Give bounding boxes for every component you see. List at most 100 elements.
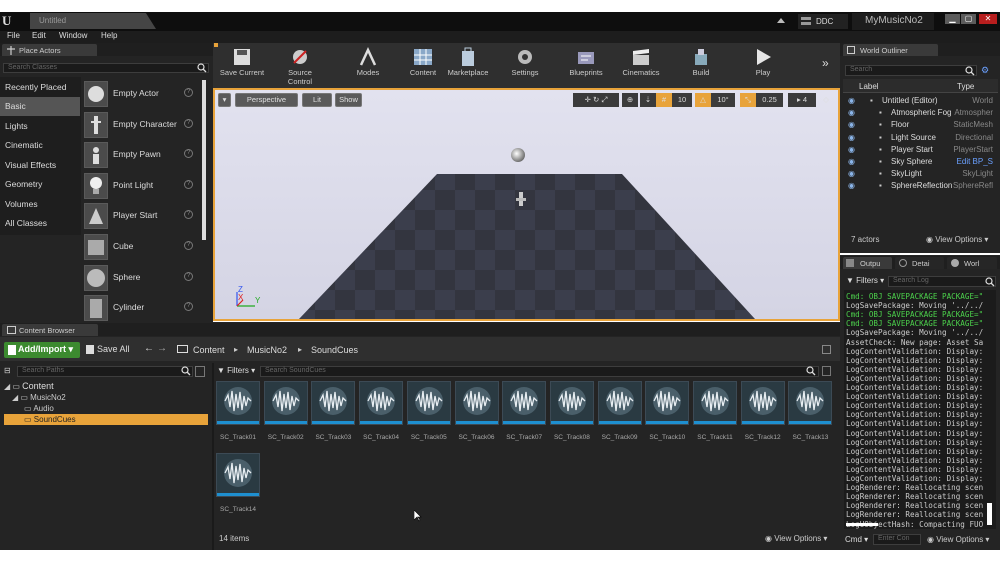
tab-place-actors[interactable]: Place Actors	[2, 44, 97, 56]
splitter[interactable]	[212, 363, 214, 550]
search-log-input[interactable]: Search Log	[888, 276, 996, 287]
search-paths-input[interactable]: Search Paths	[17, 366, 193, 377]
visibility-eye-icon[interactable]: ◉	[848, 157, 855, 166]
perspective-button[interactable]: Perspective	[235, 93, 298, 107]
tree-soundcues[interactable]: ▭ SoundCues	[24, 415, 76, 424]
show-button[interactable]: Show	[335, 93, 362, 107]
visibility-eye-icon[interactable]: ◉	[848, 120, 855, 129]
actor-sphere[interactable]: Sphere ?	[84, 263, 204, 293]
outliner-search-input[interactable]: Search	[845, 65, 977, 76]
maximize-button[interactable]: ▢	[961, 14, 976, 24]
outliner-row[interactable]: ◉ ▪ Untitled (Editor) World	[846, 96, 998, 108]
soundcue-asset-tile[interactable]	[597, 381, 642, 425]
tree-content[interactable]: ◢ ▭ Content	[4, 381, 54, 391]
viewport-options-button[interactable]: ▾	[218, 93, 231, 107]
col-label[interactable]: Label	[859, 82, 879, 91]
category-cinematic[interactable]: Cinematic	[0, 136, 80, 155]
outliner-row[interactable]: ◉ ▪ Light Source Directional	[846, 133, 998, 145]
transform-tools[interactable]: ✛ ↻ ⤢	[573, 93, 619, 107]
actor-empty-character[interactable]: Empty Character ?	[84, 110, 204, 140]
breadcrumb-soundcues[interactable]: SoundCues	[311, 345, 358, 355]
blueprints-button[interactable]: Blueprints	[561, 45, 611, 85]
surface-snap-icon[interactable]: ⇣	[640, 93, 656, 107]
visibility-eye-icon[interactable]: ◉	[848, 133, 855, 142]
soundcue-asset-tile[interactable]	[740, 381, 785, 425]
back-arrow-icon[interactable]: ←	[144, 343, 154, 354]
tree-audio[interactable]: ▭ Audio	[24, 404, 54, 413]
marketplace-button[interactable]: Marketplace	[443, 45, 493, 85]
menu-file[interactable]: File	[7, 31, 20, 40]
breadcrumb-musicno2[interactable]: MusicNo2	[247, 345, 287, 355]
save-current-button[interactable]: Save Current	[217, 45, 267, 85]
help-icon[interactable]: ?	[184, 149, 193, 158]
tree-musicno2[interactable]: ◢ ▭ MusicNo2	[12, 393, 66, 402]
menu-window[interactable]: Window	[59, 31, 87, 40]
player-start-marker-icon[interactable]	[515, 192, 527, 208]
actors-scrollbar[interactable]	[202, 80, 206, 240]
log-scrollbar[interactable]	[987, 503, 992, 525]
world-local-toggle-icon[interactable]: ⊕	[622, 93, 638, 107]
source-control-button[interactable]: Source Control	[275, 45, 325, 86]
cinematics-button[interactable]: Cinematics	[616, 45, 666, 85]
outliner-row[interactable]: ◉ ▪ Sky Sphere Edit BP_S	[846, 157, 998, 169]
grid-snap-icon[interactable]: #	[656, 93, 672, 107]
soundcue-asset-tile[interactable]	[406, 381, 451, 425]
visibility-eye-icon[interactable]: ◉	[848, 169, 855, 178]
sources-toggle-icon[interactable]: ⊟	[4, 366, 14, 376]
forward-arrow-icon[interactable]: →	[157, 343, 167, 354]
soundcue-asset-tile[interactable]	[216, 381, 260, 425]
category-basic[interactable]: Basic	[0, 97, 80, 116]
soundcue-asset-tile[interactable]	[216, 453, 260, 497]
scale-snap-value[interactable]: 0.25	[756, 93, 783, 107]
settings-button[interactable]: Settings	[500, 45, 550, 85]
search-soundcues-input[interactable]: Search SoundCues	[260, 366, 819, 377]
soundcue-asset-tile[interactable]	[502, 381, 547, 425]
outliner-row[interactable]: ◉ ▪ Atmospheric Fog Atmospher	[846, 108, 998, 120]
outliner-row[interactable]: ◉ ▪ Player Start PlayerStart	[846, 145, 998, 157]
actor-cylinder[interactable]: Cylinder ?	[84, 293, 204, 323]
level-viewport[interactable]: Z X Y	[215, 90, 838, 319]
modes-button[interactable]: Modes	[343, 45, 393, 85]
actor-empty-actor[interactable]: Empty Actor ?	[84, 79, 204, 109]
actor-empty-pawn[interactable]: Empty Pawn ?	[84, 140, 204, 170]
save-search-icon[interactable]	[822, 366, 831, 376]
visibility-eye-icon[interactable]: ◉	[848, 96, 855, 105]
help-icon[interactable]: ?	[184, 180, 193, 189]
sky-sphere-icon[interactable]	[511, 148, 525, 162]
lock-icon[interactable]	[822, 345, 831, 354]
soundcue-asset-tile[interactable]	[788, 381, 833, 425]
build-button[interactable]: Build	[676, 45, 726, 85]
help-icon[interactable]: ?	[184, 119, 193, 128]
lit-button[interactable]: Lit	[302, 93, 332, 107]
play-button[interactable]: Play	[738, 45, 788, 85]
outliner-row[interactable]: ◉ ▪ SphereReflection SphereRefl	[846, 181, 998, 193]
soundcue-asset-tile[interactable]	[454, 381, 499, 425]
scale-snap-icon[interactable]: ⤡	[740, 93, 756, 107]
breadcrumb-content[interactable]: Content	[193, 345, 225, 355]
maximize-viewport-icon[interactable]: ◇	[819, 93, 833, 107]
outliner-row[interactable]: ◉ ▪ SkyLight SkyLight	[846, 169, 998, 181]
level-tab[interactable]: Untitled	[30, 13, 156, 29]
soundcue-asset-tile[interactable]	[359, 381, 404, 425]
category-recently-placed[interactable]: Recently Placed	[0, 78, 80, 97]
soundcue-asset-tile[interactable]	[693, 381, 737, 425]
log-filters-button[interactable]: ▼ Filters ▾	[846, 276, 884, 285]
log-view-options[interactable]: ◉ View Options ▾	[927, 535, 989, 544]
toolbar-overflow-icon[interactable]: »	[822, 56, 829, 70]
grid-snap-value[interactable]: 10	[672, 93, 692, 107]
rotation-snap-icon[interactable]: △	[695, 93, 711, 107]
minimize-button[interactable]: ▁	[945, 14, 960, 24]
camera-speed[interactable]: ▸ 4	[788, 93, 816, 107]
outliner-settings-icon[interactable]: ⚙	[981, 65, 993, 77]
help-icon[interactable]: ?	[184, 88, 193, 97]
notification-icon[interactable]	[776, 16, 786, 26]
tab-content-browser[interactable]: Content Browser	[2, 324, 98, 336]
content-button[interactable]: Content	[398, 45, 448, 85]
view-options-button[interactable]: ◉ View Options ▾	[765, 534, 827, 543]
menu-edit[interactable]: Edit	[32, 31, 46, 40]
actor-cube[interactable]: Cube ?	[84, 232, 204, 262]
help-icon[interactable]: ?	[184, 302, 193, 311]
cmd-dropdown[interactable]: Cmd ▾	[845, 535, 868, 544]
log-hscrollbar[interactable]	[846, 523, 878, 526]
outliner-row[interactable]: ◉ ▪ Floor StaticMesh	[846, 120, 998, 132]
